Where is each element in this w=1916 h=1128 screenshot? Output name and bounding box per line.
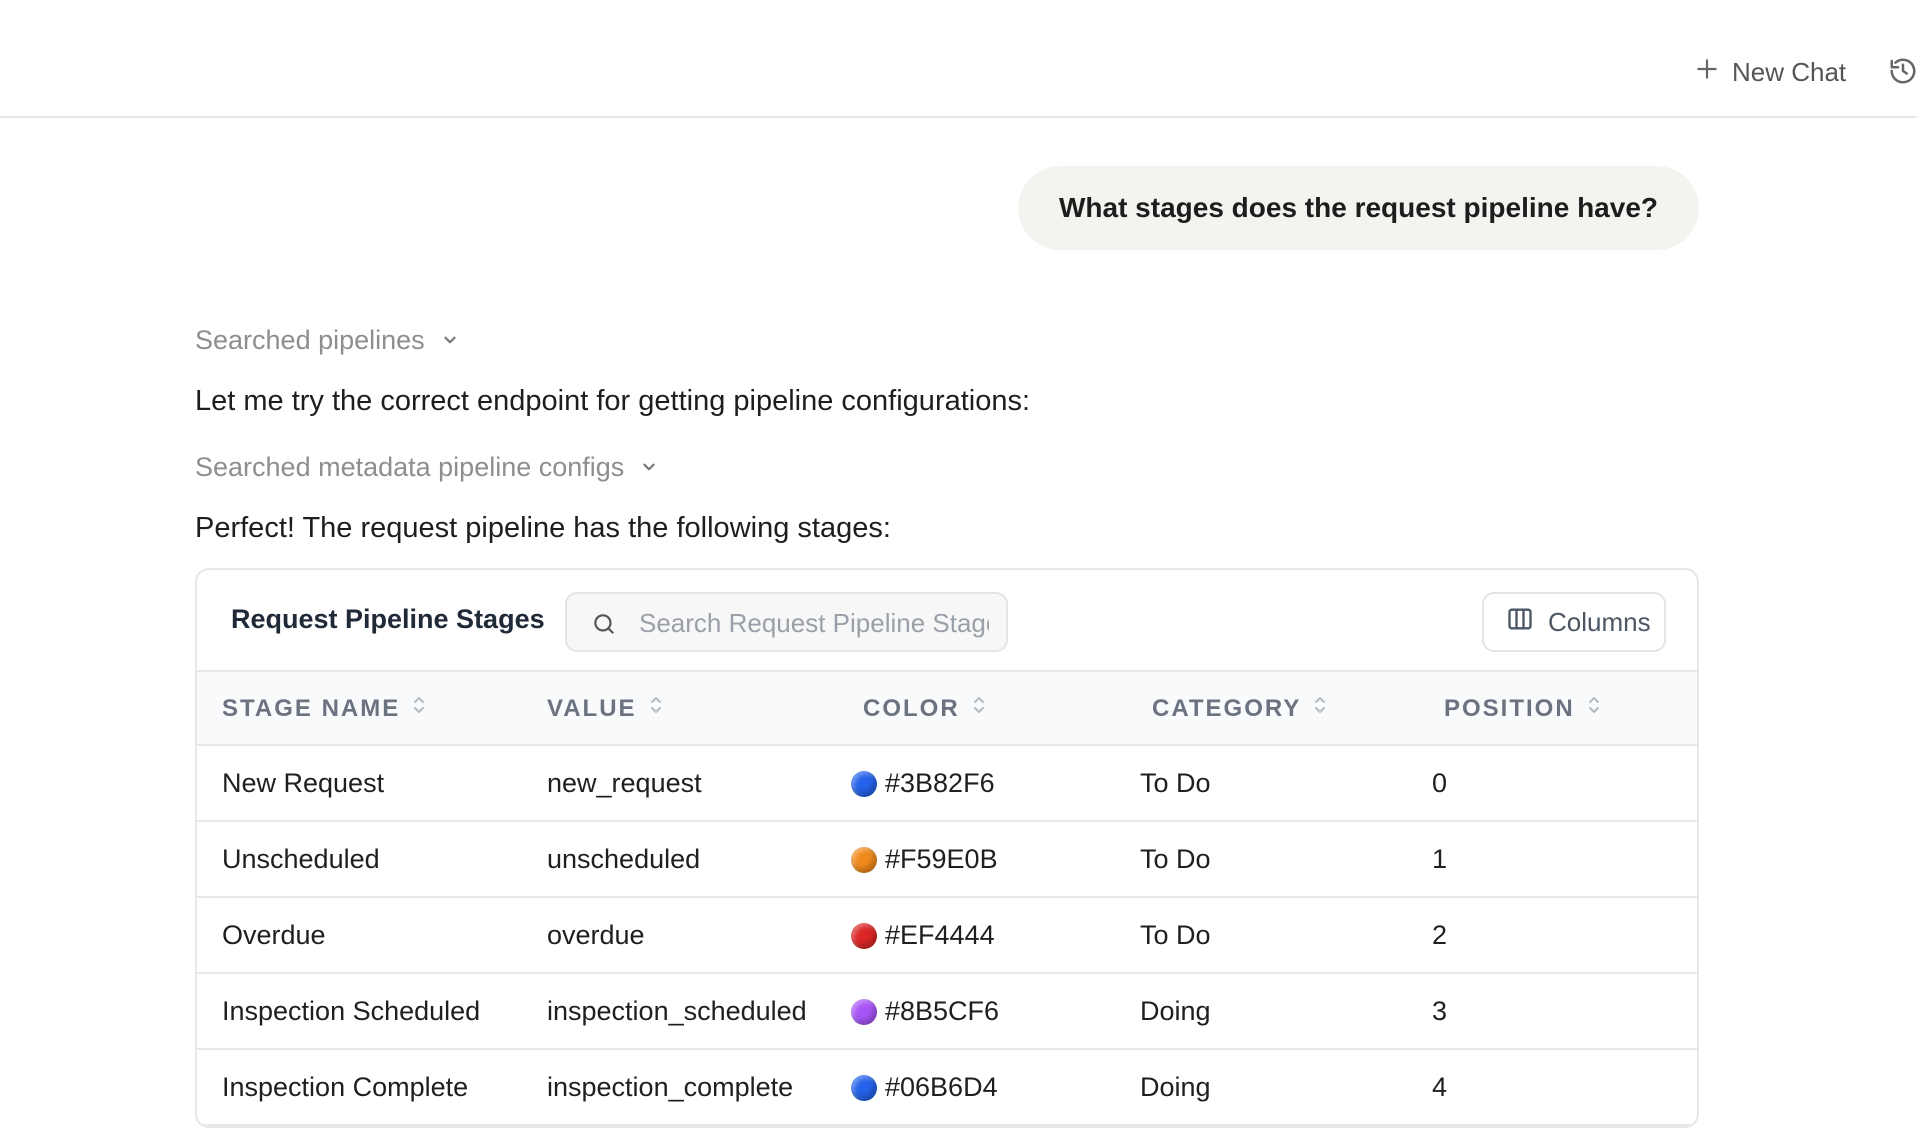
sort-icon — [1587, 694, 1601, 723]
color-cell: #06B6D4 — [851, 1072, 998, 1103]
column-header-category[interactable]: CATEGORY — [1152, 694, 1327, 723]
sort-icon — [412, 694, 426, 723]
tool-call-label: Searched metadata pipeline configs — [195, 451, 625, 482]
assistant-message-text: Let me try the correct endpoint for gett… — [195, 385, 1031, 417]
category-cell: Doing — [1140, 1072, 1211, 1102]
color-swatch-icon — [851, 998, 877, 1025]
columns-button-label: Columns — [1548, 606, 1651, 637]
color-hex: #3B82F6 — [885, 768, 995, 798]
stage-name-cell: Inspection Complete — [222, 1072, 469, 1102]
color-hex: #06B6D4 — [885, 1072, 998, 1102]
table-header-row: STAGE NAME VALUE COLOR CATEGORY POSITION — [197, 672, 1697, 746]
value-cell: new_request — [547, 768, 702, 798]
color-swatch-icon — [851, 846, 877, 873]
column-header-color[interactable]: COLOR — [863, 694, 986, 723]
category-cell: Doing — [1140, 996, 1211, 1026]
position-cell: 1 — [1432, 844, 1448, 874]
table-title: Request Pipeline Stages — [231, 604, 545, 634]
pipeline-stages-table-card: Request Pipeline Stages Columns STAGE NA… — [195, 568, 1699, 1128]
color-cell: #3B82F6 — [851, 768, 995, 799]
category-cell: To Do — [1140, 768, 1211, 798]
column-header-label: COLOR — [863, 694, 960, 722]
column-header-position[interactable]: POSITION — [1444, 694, 1601, 723]
color-swatch-icon — [851, 770, 877, 797]
value-cell: overdue — [547, 920, 645, 950]
column-header-label: STAGE NAME — [222, 694, 401, 722]
color-swatch-icon — [851, 922, 877, 949]
chevron-down-icon — [640, 452, 658, 483]
top-bar: New Chat — [0, 0, 1916, 118]
sort-icon — [649, 694, 663, 723]
table-row[interactable]: Overdue overdue #EF4444 To Do 2 — [197, 898, 1697, 974]
table-search — [565, 592, 1008, 652]
position-cell: 2 — [1432, 920, 1448, 950]
sort-icon — [1313, 694, 1327, 723]
color-hex: #F59E0B — [885, 844, 998, 874]
color-cell: #EF4444 — [851, 920, 995, 951]
assistant-message-text: Perfect! The request pipeline has the fo… — [195, 512, 891, 544]
column-header-label: POSITION — [1444, 694, 1575, 722]
tool-call-label: Searched pipelines — [195, 324, 425, 355]
new-chat-button[interactable]: New Chat — [1694, 55, 1846, 89]
tool-call-searched-metadata[interactable]: Searched metadata pipeline configs — [195, 450, 658, 484]
color-hex: #8B5CF6 — [885, 996, 1000, 1026]
column-header-value[interactable]: VALUE — [547, 694, 663, 723]
stage-name-cell: Inspection Scheduled — [222, 996, 481, 1026]
table-row[interactable]: Unscheduled unscheduled #F59E0B To Do 1 — [197, 822, 1697, 898]
sort-icon — [972, 694, 986, 723]
stage-name-cell: Unscheduled — [222, 844, 380, 874]
tool-call-searched-pipelines[interactable]: Searched pipelines — [195, 323, 459, 357]
chevron-down-icon — [441, 325, 459, 356]
color-cell: #F59E0B — [851, 844, 998, 875]
column-header-stage-name[interactable]: STAGE NAME — [222, 694, 426, 723]
user-message-bubble: What stages does the request pipeline ha… — [1018, 166, 1699, 250]
column-header-label: VALUE — [547, 694, 637, 722]
table-row[interactable]: Inspection Scheduled inspection_schedule… — [197, 974, 1697, 1050]
table-toolbar: Request Pipeline Stages Columns — [197, 570, 1697, 672]
value-cell: unscheduled — [547, 844, 701, 874]
user-message-text: What stages does the request pipeline ha… — [1058, 192, 1659, 223]
color-swatch-icon — [851, 1074, 877, 1101]
table-row[interactable]: Inspection Complete inspection_complete … — [197, 1050, 1697, 1126]
value-cell: inspection_scheduled — [547, 996, 807, 1026]
category-cell: To Do — [1140, 844, 1211, 874]
columns-button[interactable]: Columns — [1482, 592, 1666, 652]
new-chat-label: New Chat — [1732, 56, 1847, 87]
category-cell: To Do — [1140, 920, 1211, 950]
column-header-label: CATEGORY — [1152, 694, 1302, 722]
color-hex: #EF4444 — [885, 920, 995, 950]
color-cell: #8B5CF6 — [851, 996, 999, 1027]
plus-icon — [1694, 56, 1720, 89]
columns-icon — [1506, 605, 1534, 640]
position-cell: 0 — [1432, 768, 1448, 798]
table-row[interactable]: New Request new_request #3B82F6 To Do 0 — [197, 746, 1697, 822]
history-icon — [1888, 58, 1916, 90]
stage-name-cell: Overdue — [222, 920, 326, 950]
history-button[interactable] — [1888, 56, 1916, 90]
position-cell: 3 — [1432, 996, 1448, 1026]
search-input[interactable] — [639, 604, 989, 642]
stage-name-cell: New Request — [222, 768, 385, 798]
position-cell: 4 — [1432, 1072, 1448, 1102]
value-cell: inspection_complete — [547, 1072, 794, 1102]
